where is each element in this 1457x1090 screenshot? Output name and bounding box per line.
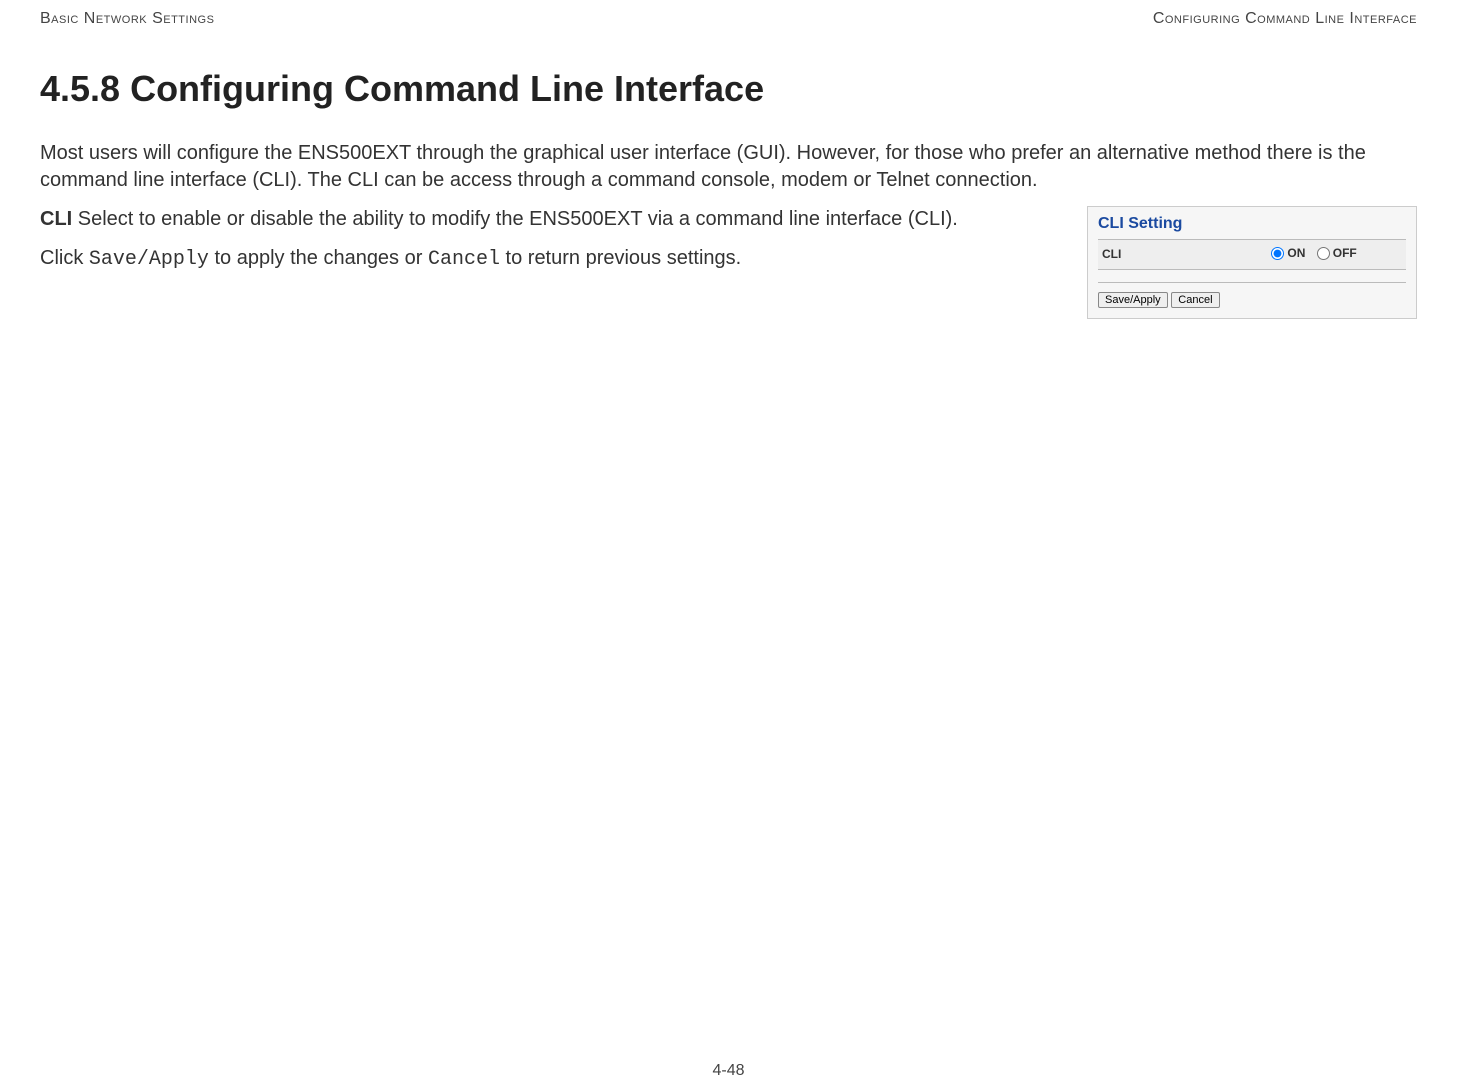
cli-description: CLI Select to enable or disable the abil… xyxy=(40,206,1057,233)
radio-on-label: ON xyxy=(1287,246,1305,260)
page-header: Basic Network Settings Configuring Comma… xyxy=(40,10,1417,28)
save-apply-mono: Save/Apply xyxy=(89,248,209,271)
page-footer: 4-48 xyxy=(0,1062,1457,1080)
header-right: Configuring Command Line Interface xyxy=(1153,10,1417,28)
cli-desc-text: Select to enable or disable the ability … xyxy=(72,208,958,230)
cli-setting-screenshot: CLI Setting CLI ON OFF Save/Apply Cance xyxy=(1087,206,1417,319)
save-apply-instruction: Click Save/Apply to apply the changes or… xyxy=(40,245,1057,273)
table-row: CLI ON OFF xyxy=(1098,240,1406,270)
radio-off-label: OFF xyxy=(1333,246,1357,260)
save-apply-button[interactable]: Save/Apply xyxy=(1098,292,1168,308)
cli-row-label: CLI xyxy=(1098,240,1267,270)
section-title: 4.5.8 Configuring Command Line Interface xyxy=(40,68,1417,110)
cli-setting-table: CLI ON OFF xyxy=(1098,239,1406,270)
radio-off-wrap[interactable]: OFF xyxy=(1317,246,1357,260)
button-row: Save/Apply Cancel xyxy=(1098,282,1406,308)
radio-on-wrap[interactable]: ON xyxy=(1271,246,1305,260)
cli-radio-cell: ON OFF xyxy=(1267,240,1406,270)
cli-setting-title: CLI Setting xyxy=(1098,215,1406,233)
click-prefix: Click xyxy=(40,247,89,269)
radio-off-input[interactable] xyxy=(1317,247,1330,260)
header-left: Basic Network Settings xyxy=(40,10,214,28)
intro-paragraph: Most users will configure the ENS500EXT … xyxy=(40,140,1417,194)
radio-on-input[interactable] xyxy=(1271,247,1284,260)
suffix-text: to return previous settings. xyxy=(500,247,741,269)
cli-label: CLI xyxy=(40,208,72,230)
middle-text: to apply the changes or xyxy=(209,247,428,269)
cancel-button[interactable]: Cancel xyxy=(1171,292,1219,308)
cancel-mono: Cancel xyxy=(428,248,500,271)
